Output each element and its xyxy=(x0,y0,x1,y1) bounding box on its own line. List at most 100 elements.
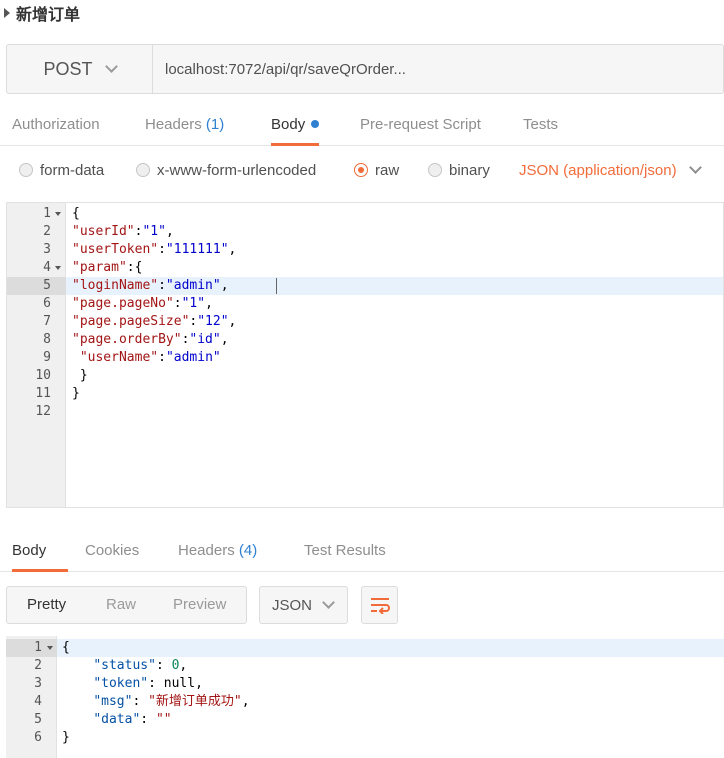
request-body-editor[interactable]: 1 {2 "userId":"1", 3 "userToken":"111111", 4 "… xyxy=(6,202,724,508)
line-number: 12 xyxy=(35,404,51,419)
line-number: 3 xyxy=(43,242,51,257)
fold-toggle-icon[interactable] xyxy=(55,266,61,270)
code-line: "page.pageNo":"1", xyxy=(72,296,213,311)
response-tabs: Body Cookies Headers (4) Test Results xyxy=(0,532,724,572)
line-number: 10 xyxy=(35,368,51,383)
radio-x-www-form-urlencoded[interactable]: x-www-form-urlencoded xyxy=(136,158,316,182)
radio-raw[interactable]: raw xyxy=(354,158,399,182)
radio-binary[interactable]: binary xyxy=(428,158,490,182)
tab-cookies[interactable]: Cookies xyxy=(85,532,139,572)
tab-label: Headers xyxy=(145,116,202,133)
tab-label: Tests xyxy=(523,116,559,133)
line-number: 4 xyxy=(34,694,42,709)
method-select[interactable]: POST xyxy=(7,45,153,93)
chevron-down-icon xyxy=(104,59,118,73)
line-number: 7 xyxy=(43,314,51,329)
radio-button[interactable] xyxy=(19,163,33,177)
line-number: 6 xyxy=(43,296,51,311)
content-type-select[interactable]: JSON (application/json) xyxy=(519,158,702,182)
line-number: 2 xyxy=(43,224,51,239)
tab-headers[interactable]: Headers (1) xyxy=(145,106,224,146)
body-type-options: form-data x-www-form-urlencoded raw bina… xyxy=(0,150,724,190)
tab-authorization[interactable]: Authorization xyxy=(12,106,100,146)
code-line: "userName":"admin" xyxy=(79,350,221,365)
code-line: "loginName":"admin", xyxy=(72,278,229,293)
active-line-highlight xyxy=(6,639,724,657)
code-line: "page.orderBy":"id", xyxy=(72,332,229,347)
tab-label: Authorization xyxy=(12,116,100,133)
response-body-viewer[interactable]: 1 {2 "status": 0, 3 "token": null, 4 "msg":… xyxy=(6,636,724,758)
response-toolbar: Pretty Raw Preview JSON xyxy=(6,586,724,624)
tab-label: Pre-request Script xyxy=(360,116,481,133)
line-number: 9 xyxy=(43,350,51,365)
tab-response-body[interactable]: Body xyxy=(12,532,69,572)
view-preview-button[interactable]: Preview xyxy=(173,587,226,623)
code-line: { xyxy=(62,640,70,655)
tab-label: Headers xyxy=(178,542,235,559)
headers-count-badge: (4) xyxy=(238,542,258,559)
request-title-row[interactable]: 新增订单 xyxy=(4,3,81,24)
radio-label: binary xyxy=(449,161,490,179)
format-select[interactable]: JSON xyxy=(259,586,348,624)
tab-pre-request-script[interactable]: Pre-request Script xyxy=(360,106,481,146)
line-number: 1 xyxy=(34,640,42,655)
code-line: "msg": "新增订单成功", xyxy=(93,694,250,709)
format-label: JSON xyxy=(272,596,313,614)
tab-label: Body xyxy=(12,542,47,559)
view-raw-button[interactable]: Raw xyxy=(106,587,136,623)
line-number: 3 xyxy=(34,676,42,691)
headers-count-badge: (1) xyxy=(205,116,225,133)
wrap-lines-button[interactable] xyxy=(361,586,398,624)
collapse-caret-icon[interactable] xyxy=(4,8,10,18)
line-number: 8 xyxy=(43,332,51,347)
text-cursor xyxy=(276,278,277,294)
line-number: 5 xyxy=(43,278,51,293)
code-line: } xyxy=(62,730,70,745)
chevron-down-icon xyxy=(322,595,335,609)
url-input[interactable]: localhost:7072/api/qr/saveQrOrder... xyxy=(153,45,723,93)
line-number: 1 xyxy=(43,206,51,221)
radio-label: raw xyxy=(375,161,400,179)
tab-label: Cookies xyxy=(85,542,140,559)
fold-toggle-icon[interactable] xyxy=(47,646,53,650)
code-line: "data": "" xyxy=(93,712,172,727)
fold-toggle-icon[interactable] xyxy=(55,212,61,216)
url-bar: POST localhost:7072/api/qr/saveQrOrder..… xyxy=(6,44,724,94)
wrap-lines-icon xyxy=(370,598,390,614)
tab-label: Test Results xyxy=(304,542,386,559)
tab-response-headers[interactable]: Headers (4) xyxy=(178,532,257,572)
code-line: "userId":"1", xyxy=(72,224,174,239)
code-line: "page.pageSize":"12", xyxy=(72,314,237,329)
radio-button-selected[interactable] xyxy=(354,163,368,177)
code-line: { xyxy=(72,206,80,221)
radio-form-data[interactable]: form-data xyxy=(19,158,104,182)
line-number: 6 xyxy=(34,730,42,745)
radio-button[interactable] xyxy=(428,163,442,177)
code-line: } xyxy=(72,386,80,401)
radio-label: x-www-form-urlencoded xyxy=(157,161,317,179)
request-title: 新增订单 xyxy=(16,5,81,24)
code-line: "token": null, xyxy=(93,676,203,691)
radio-label: form-data xyxy=(40,161,105,179)
radio-button[interactable] xyxy=(136,163,150,177)
line-number: 4 xyxy=(43,260,51,275)
line-number: 5 xyxy=(34,712,42,727)
tab-tests[interactable]: Tests xyxy=(523,106,558,146)
code-line: "status": 0, xyxy=(93,658,188,673)
line-number: 2 xyxy=(34,658,42,673)
code-line: "userToken":"111111", xyxy=(72,242,237,257)
code-line: "param":{ xyxy=(72,260,143,275)
tab-test-results[interactable]: Test Results xyxy=(304,532,386,572)
url-text: localhost:7072/api/qr/saveQrOrder... xyxy=(165,60,406,78)
chevron-down-icon xyxy=(688,160,702,174)
method-label: POST xyxy=(43,58,93,79)
request-tabs: Authorization Headers (1) Body Pre-reque… xyxy=(0,106,724,146)
tab-body[interactable]: Body xyxy=(271,106,320,146)
line-number: 11 xyxy=(35,386,51,401)
tab-label: Body xyxy=(271,116,306,133)
content-type-label: JSON (application/json) xyxy=(519,161,677,179)
view-pretty-button[interactable]: Pretty xyxy=(27,587,66,623)
view-mode-group: Pretty Raw Preview xyxy=(6,586,247,624)
code-line: } xyxy=(72,368,88,383)
modified-dot-icon xyxy=(311,120,320,128)
